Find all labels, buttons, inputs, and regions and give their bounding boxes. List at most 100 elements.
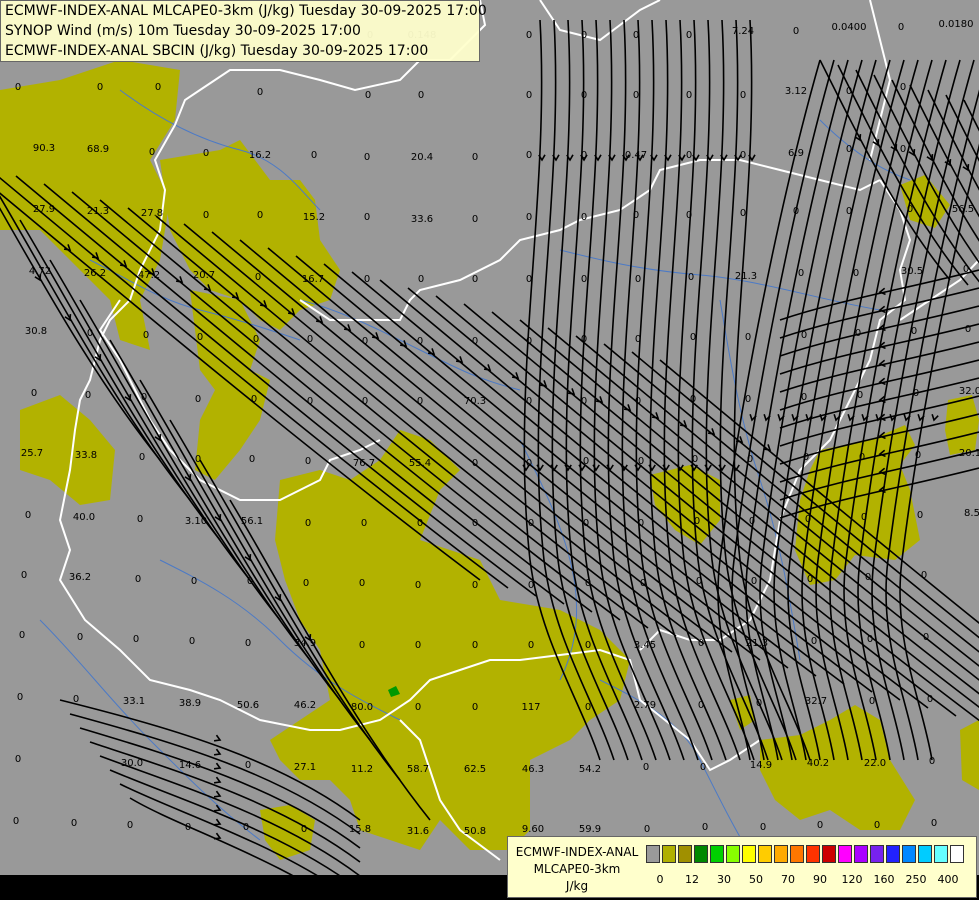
cin-value-label: 0	[417, 336, 423, 347]
cin-value-label: 0	[911, 326, 917, 337]
cin-value-label: 0	[97, 82, 103, 93]
cin-value-label: 0	[740, 90, 746, 101]
cin-value-label: 0	[931, 818, 937, 829]
cin-value-label: 33.8	[75, 450, 97, 461]
cin-value-label: 0	[257, 210, 263, 221]
cin-value-label: 0.0180	[939, 19, 974, 30]
cin-value-label: 0	[526, 90, 532, 101]
cin-value-label: 0	[77, 632, 83, 643]
cin-value-label: 0	[472, 152, 478, 163]
cin-value-label: 31.6	[407, 826, 429, 837]
cin-value-label: 0	[640, 578, 646, 589]
legend-tick-label: 0	[656, 873, 664, 886]
cin-value-label: 0	[21, 570, 27, 581]
cin-value-label: 58.7	[407, 764, 429, 775]
cin-value-label: 0.0400	[832, 22, 867, 33]
cape-area-east-edge	[945, 395, 979, 455]
cin-value-label: 0	[749, 516, 755, 527]
cin-value-label: 0	[249, 454, 255, 465]
cin-value-label: 32.7	[805, 696, 827, 707]
cin-value-label: 0	[898, 22, 904, 33]
cin-value-label: 0	[929, 756, 935, 767]
cin-value-label: 0	[702, 822, 708, 833]
legend-color-swatch	[934, 845, 948, 863]
cin-value-label: 0	[635, 334, 641, 345]
cin-value-label: 0	[633, 90, 639, 101]
cin-value-label: 3.12	[785, 86, 807, 97]
title-sbcin: ECMWF-INDEX-ANAL SBCIN (J/kg) Tuesday 30…	[5, 43, 429, 59]
cin-value-label: 0	[583, 456, 589, 467]
legend-color-swatch	[950, 845, 964, 863]
weather-map: 00000000007.2400.040000.01800.148090.368…	[0, 0, 979, 900]
cin-value-label: 0	[245, 638, 251, 649]
cin-value-label: 0	[581, 150, 587, 161]
cin-value-label: 55.4	[409, 458, 431, 469]
cin-value-label: 0	[694, 516, 700, 527]
cin-value-label: 0	[362, 336, 368, 347]
cin-value-label: 0	[740, 208, 746, 219]
cin-value-label: 0	[690, 332, 696, 343]
cin-value-label: 0	[87, 328, 93, 339]
cin-value-label: 36.2	[69, 572, 91, 583]
cin-value-label: 0	[418, 274, 424, 285]
cin-value-label: 0	[528, 518, 534, 529]
cin-value-label: 0	[139, 452, 145, 463]
cin-value-label: 38.9	[179, 698, 201, 709]
cin-value-label: 0	[191, 576, 197, 587]
cin-value-label: 0	[927, 694, 933, 705]
cin-value-label: 0	[760, 822, 766, 833]
cin-value-label: 14.9	[750, 760, 772, 771]
cin-value-label: 20.1	[959, 448, 979, 459]
cin-value-label: 0	[817, 820, 823, 831]
legend-tick-label: 160	[873, 873, 895, 886]
cin-value-label: 80.0	[351, 702, 373, 713]
cin-value-label: 0	[581, 396, 587, 407]
cin-value-label: 26.2	[84, 268, 106, 279]
cin-value-label: 54.2	[579, 764, 601, 775]
cin-value-label: 0	[197, 332, 203, 343]
cin-value-label: 0	[696, 576, 702, 587]
cin-value-label: 0	[688, 272, 694, 283]
cin-value-label: 70.3	[464, 396, 486, 407]
cin-value-label: 0	[307, 334, 313, 345]
cin-value-label: 21.3	[87, 206, 109, 217]
cin-value-label: 0	[365, 90, 371, 101]
legend-color-swatch	[694, 845, 708, 863]
cin-value-label: 0	[692, 454, 698, 465]
legend-color-swatch	[838, 845, 852, 863]
cin-value-label: 20.4	[411, 152, 433, 163]
cin-value-label: 0	[855, 328, 861, 339]
legend-color-swatch	[854, 845, 868, 863]
cin-value-label: 0	[15, 754, 21, 765]
cin-value-label: 0	[526, 336, 532, 347]
cin-value-label: 0	[861, 512, 867, 523]
cin-value-label: 0	[803, 452, 809, 463]
cin-value-label: 0	[155, 82, 161, 93]
cin-value-label: 0	[917, 510, 923, 521]
cin-value-label: 0	[921, 570, 927, 581]
cin-value-label: 0	[472, 214, 478, 225]
cin-value-label: 0	[364, 274, 370, 285]
cin-value-label: 0	[526, 458, 532, 469]
cin-value-label: 0	[638, 456, 644, 467]
cin-value-label: 0	[751, 576, 757, 587]
cin-value-label: 0	[747, 454, 753, 465]
cin-value-label: 0	[141, 392, 147, 403]
cin-value-label: 0	[17, 692, 23, 703]
cin-value-label: 0	[361, 518, 367, 529]
cin-value-label: 0	[257, 87, 263, 98]
legend-color-swatch	[742, 845, 756, 863]
legend-color-swatch	[902, 845, 916, 863]
cin-value-label: 0	[311, 150, 317, 161]
cin-value-label: 0	[364, 212, 370, 223]
cin-value-label: 30.8	[25, 326, 47, 337]
cin-value-label: 46.2	[294, 700, 316, 711]
cin-value-label: 0	[415, 640, 421, 651]
cin-value-label: 0	[867, 634, 873, 645]
cin-value-label: 0	[203, 148, 209, 159]
cin-value-label: 0	[865, 572, 871, 583]
legend-model-name: ECMWF-INDEX-ANAL	[515, 845, 639, 859]
cin-value-label: 0	[251, 394, 257, 405]
cin-value-label: 0	[195, 394, 201, 405]
legend-color-swatch	[726, 845, 740, 863]
